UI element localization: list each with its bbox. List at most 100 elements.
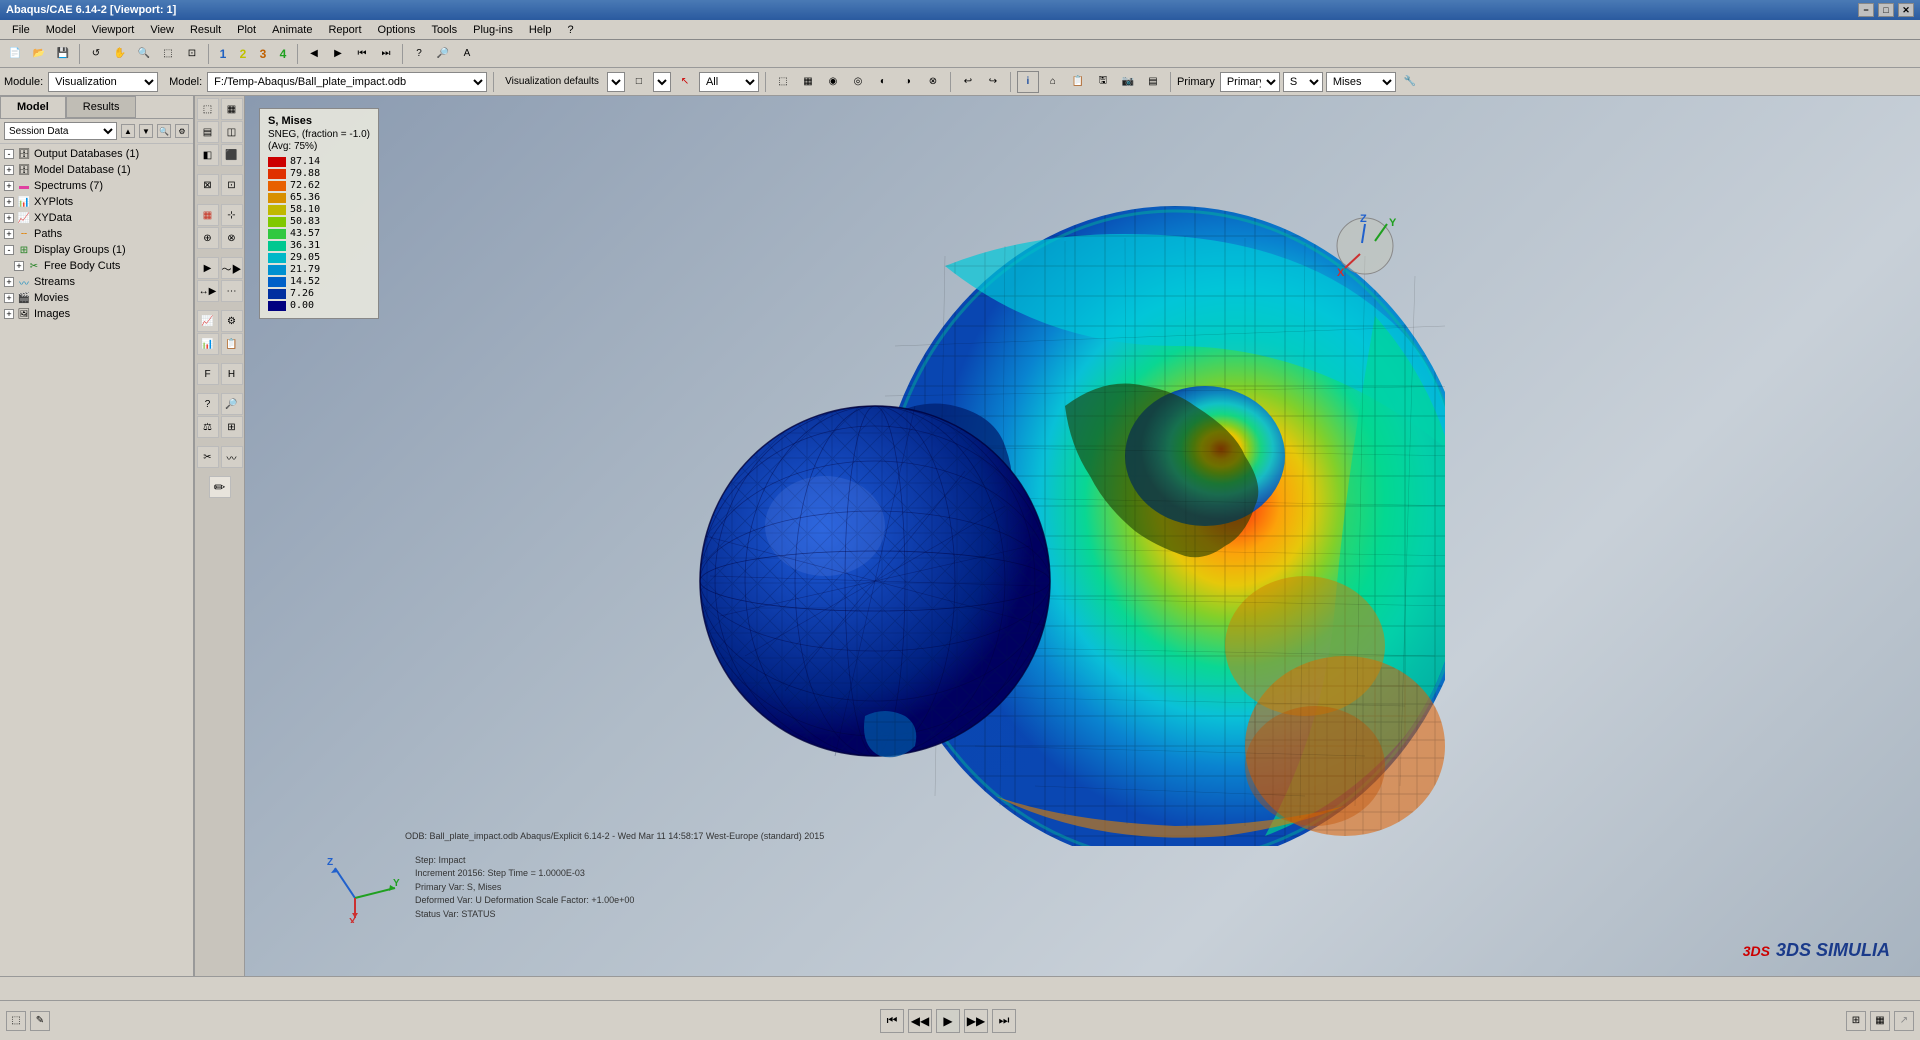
icon-deformed[interactable]: ⊠ <box>197 174 219 196</box>
tb-num3[interactable]: 3 <box>254 44 272 64</box>
icon-xycurve[interactable]: 📈 <box>197 310 219 332</box>
menu-report[interactable]: Report <box>320 22 369 38</box>
tb-icon3[interactable]: ◉ <box>822 71 844 93</box>
tb-viewport-btn[interactable]: □ <box>628 71 650 93</box>
icon-history-output[interactable]: H <box>221 363 243 385</box>
icon-contourplot[interactable]: ▦ <box>197 204 219 226</box>
bottom-icon-left2[interactable]: ✎ <box>30 1011 50 1031</box>
playback-next[interactable]: ▶▶ <box>964 1009 988 1033</box>
tb-cursor-btn[interactable]: ↖ <box>674 71 696 93</box>
expand-xyplots[interactable]: + <box>4 197 14 207</box>
tree-item-xyplots[interactable]: + 📊 XYPlots <box>0 194 193 210</box>
menu-plugins[interactable]: Plug-ins <box>465 22 521 38</box>
menu-tools[interactable]: Tools <box>423 22 465 38</box>
tab-results[interactable]: Results <box>66 96 137 118</box>
expand-movies[interactable]: + <box>4 293 14 303</box>
icon-animate-time[interactable]: ▶ <box>197 257 219 279</box>
menu-file[interactable]: File <box>4 22 38 38</box>
tree-item-movies[interactable]: + 🎬 Movies <box>0 290 193 306</box>
icon-probe[interactable]: 🔎 <box>221 393 243 415</box>
icon-hidden[interactable]: ◫ <box>221 121 243 143</box>
viewport-select[interactable] <box>653 72 671 92</box>
tree-item-model-db[interactable]: + 🗄 Model Database (1) <box>0 162 193 178</box>
tree-item-xydata[interactable]: + 📈 XYData <box>0 210 193 226</box>
icon-render1[interactable]: ◧ <box>197 144 219 166</box>
menu-viewport[interactable]: Viewport <box>84 22 143 38</box>
icon-animate-scale[interactable]: ↔▶ <box>197 280 219 302</box>
tb-prev-step[interactable]: ◀ <box>303 43 325 65</box>
tb-icon9[interactable]: 📋 <box>1067 71 1089 93</box>
tb-new[interactable]: 📄 <box>4 43 26 65</box>
tb-icon6[interactable]: ◑ <box>897 71 919 93</box>
tree-item-display-groups[interactable]: - ⊞ Display Groups (1) <box>0 242 193 258</box>
tb-zoom-box[interactable]: ⬚ <box>157 43 179 65</box>
session-up-btn[interactable]: ▲ <box>121 124 135 138</box>
expand-paths[interactable]: + <box>4 229 14 239</box>
tb-fit[interactable]: ⊡ <box>181 43 203 65</box>
tb-redo[interactable]: ↪ <box>982 71 1004 93</box>
expand-display-groups[interactable]: - <box>4 245 14 255</box>
minimize-button[interactable]: − <box>1858 3 1874 17</box>
tree-item-paths[interactable]: + ╌ Paths <box>0 226 193 242</box>
tb-first[interactable]: ⏮ <box>351 43 373 65</box>
tb-icon12[interactable]: ▤ <box>1142 71 1164 93</box>
icon-symbol[interactable]: ⊹ <box>221 204 243 226</box>
primary-select[interactable]: Primary <box>1220 72 1280 92</box>
tree-item-output-db[interactable]: - 🗄 Output Databases (1) <box>0 146 193 162</box>
s-select[interactable]: S <box>1283 72 1323 92</box>
model-select[interactable]: F:/Temp-Abaqus/Ball_plate_impact.odb <box>207 72 487 92</box>
playback-last[interactable]: ⏭ <box>992 1009 1016 1033</box>
expand-model-db[interactable]: + <box>4 165 14 175</box>
vis-defaults-select[interactable] <box>607 72 625 92</box>
bottom-icon-right2[interactable]: ▦ <box>1870 1011 1890 1031</box>
tb-icon13[interactable]: 🔧 <box>1399 71 1421 93</box>
restore-button[interactable]: □ <box>1878 3 1894 17</box>
menu-options[interactable]: Options <box>370 22 424 38</box>
tb-next-step[interactable]: ▶ <box>327 43 349 65</box>
mises-select[interactable]: Mises <box>1326 72 1396 92</box>
playback-prev[interactable]: ◀◀ <box>908 1009 932 1033</box>
icon-field-output[interactable]: F <box>197 363 219 385</box>
expand-free-body-cuts[interactable]: + <box>14 261 24 271</box>
icon-material-orient[interactable]: ⊕ <box>197 227 219 249</box>
menu-view[interactable]: View <box>142 22 182 38</box>
menu-plot[interactable]: Plot <box>229 22 264 38</box>
close-button[interactable]: ✕ <box>1898 3 1914 17</box>
tree-item-images[interactable]: + 🖼 Images <box>0 306 193 322</box>
icon-xyreport[interactable]: 📋 <box>221 333 243 355</box>
session-data-select[interactable]: Session Data <box>4 122 117 140</box>
icon-contour[interactable]: ▤ <box>197 121 219 143</box>
tb-zoom[interactable]: 🔍 <box>133 43 155 65</box>
tb-undo[interactable]: ↩ <box>957 71 979 93</box>
playback-play[interactable]: ▶ <box>936 1009 960 1033</box>
tb-pan[interactable]: ✋ <box>109 43 131 65</box>
tb-icon2[interactable]: ▦ <box>797 71 819 93</box>
icon-render2[interactable]: ⬛ <box>221 144 243 166</box>
tb-info[interactable]: i <box>1017 71 1039 93</box>
icon-display-grp[interactable]: ⊞ <box>221 416 243 438</box>
tb-icon1[interactable]: ⬚ <box>772 71 794 93</box>
tb-icon7[interactable]: ⊗ <box>922 71 944 93</box>
icon-xyopts[interactable]: ⚙ <box>221 310 243 332</box>
tb-icon8[interactable]: ⌂ <box>1042 71 1064 93</box>
session-down-btn[interactable]: ▼ <box>139 124 153 138</box>
tb-icon5[interactable]: ◐ <box>872 71 894 93</box>
session-settings-btn[interactable]: ⚙ <box>175 124 189 138</box>
bottom-icon-right3[interactable]: ↗ <box>1894 1011 1914 1031</box>
tb-save[interactable]: 💾 <box>52 43 74 65</box>
menu-help[interactable]: Help <box>521 22 560 38</box>
icon-animate-opts[interactable]: ⋯ <box>221 280 243 302</box>
tb-num4[interactable]: 4 <box>274 44 292 64</box>
vis-defaults-btn[interactable]: Visualization defaults <box>500 71 604 93</box>
tb-query[interactable]: ? <box>408 43 430 65</box>
tb-icon10[interactable]: 🖫 <box>1092 71 1114 93</box>
icon-query[interactable]: ? <box>197 393 219 415</box>
playback-first[interactable]: ⏮ <box>880 1009 904 1033</box>
icon-stream-line[interactable]: 〰 <box>221 446 243 468</box>
icon-freebody[interactable]: ⚖ <box>197 416 219 438</box>
icon-pen[interactable]: ✏ <box>209 476 231 498</box>
icon-material2[interactable]: ⊗ <box>221 227 243 249</box>
expand-images[interactable]: + <box>4 309 14 319</box>
expand-output-db[interactable]: - <box>4 149 14 159</box>
tb-num1[interactable]: 1 <box>214 44 232 64</box>
